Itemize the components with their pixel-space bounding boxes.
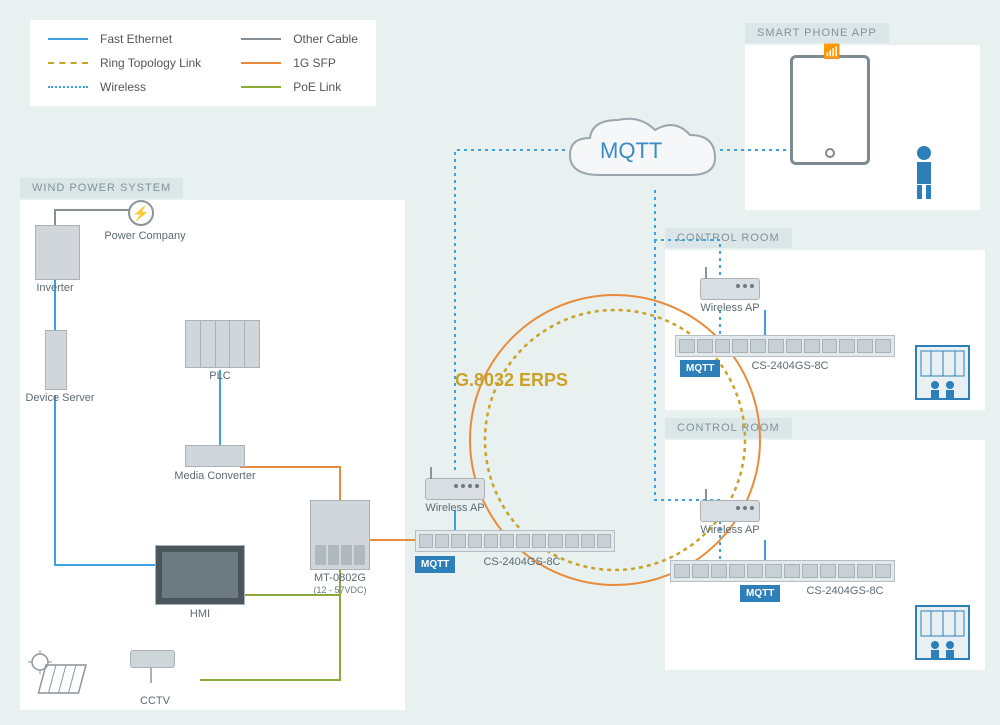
switch-cr1-icon <box>675 335 895 357</box>
legend-line-icon <box>241 86 281 88</box>
solar-panel-icon <box>25 650 95 710</box>
legend-col-1: Fast Ethernet Ring Topology Link Wireles… <box>48 32 201 94</box>
erps-label: G.8032 ERPS <box>455 370 568 391</box>
legend-poe-link: PoE Link <box>241 80 358 94</box>
plc-label: PLC <box>200 370 240 382</box>
switch-cr2-icon <box>670 560 895 582</box>
cctv-icon <box>130 650 190 680</box>
operator-station-icon <box>915 345 970 400</box>
wireless-ap-label: Wireless AP <box>695 524 765 536</box>
legend-line-icon <box>241 38 281 40</box>
mt0802g-sublabel: (12 - 57VDC) <box>305 585 375 595</box>
mqtt-badge: MQTT <box>680 360 720 377</box>
legend-label: PoE Link <box>293 80 341 94</box>
panel-title: CONTROL ROOM <box>665 418 792 438</box>
panel-title: WIND POWER SYSTEM <box>20 178 183 198</box>
cloud-label: MQTT <box>600 138 662 164</box>
legend-fast-ethernet: Fast Ethernet <box>48 32 201 46</box>
inverter-icon <box>35 225 80 280</box>
panel-title: CONTROL ROOM <box>665 228 792 248</box>
switch-model-label: CS-2404GS-8C <box>795 585 895 597</box>
switch-model-label: CS-2404GS-8C <box>740 360 840 372</box>
wireless-ap-icon <box>700 278 760 300</box>
wireless-ap-icon <box>425 478 485 500</box>
panel-title: SMART PHONE APP <box>745 23 889 43</box>
legend-line-icon <box>48 38 88 40</box>
media-converter-icon <box>185 445 245 467</box>
mt0802g-icon <box>310 500 370 570</box>
operator-station-icon <box>915 605 970 660</box>
tablet-icon: 📶 <box>790 55 870 165</box>
wireless-ap-label: Wireless AP <box>420 502 490 514</box>
device-server-label: Device Server <box>20 392 100 404</box>
switch-left-icon <box>415 530 615 552</box>
legend-other-cable: Other Cable <box>241 32 358 46</box>
legend-label: 1G SFP <box>293 56 336 70</box>
legend-1g-sfp: 1G SFP <box>241 56 358 70</box>
cctv-label: CCTV <box>135 695 175 707</box>
mqtt-badge: MQTT <box>740 585 780 602</box>
legend-ring-topology: Ring Topology Link <box>48 56 201 70</box>
media-converter-label: Media Converter <box>165 470 265 482</box>
legend-label: Fast Ethernet <box>100 32 172 46</box>
wireless-ap-label: Wireless AP <box>695 302 765 314</box>
legend-line-icon <box>241 62 281 64</box>
legend-line-icon <box>48 86 88 88</box>
wireless-ap-icon <box>700 500 760 522</box>
legend-label: Ring Topology Link <box>100 56 201 70</box>
device-server-icon <box>45 330 67 390</box>
mqtt-badge: MQTT <box>415 556 455 573</box>
power-company-icon: ⚡ <box>128 200 154 226</box>
legend-wireless: Wireless <box>48 80 201 94</box>
switch-model-label: CS-2404GS-8C <box>472 556 572 568</box>
legend-line-icon <box>48 62 88 64</box>
inverter-label: Inverter <box>25 282 85 294</box>
hmi-icon <box>155 545 245 605</box>
legend-box: Fast Ethernet Ring Topology Link Wireles… <box>30 20 376 106</box>
legend-col-2: Other Cable 1G SFP PoE Link <box>241 32 358 94</box>
mt0802g-label: MT-0802G <box>305 572 375 584</box>
legend-label: Other Cable <box>293 32 358 46</box>
power-company-label: Power Company <box>100 230 190 242</box>
person-icon <box>910 145 938 208</box>
hmi-label: HMI <box>185 608 215 620</box>
plc-icon <box>185 320 260 368</box>
legend-label: Wireless <box>100 80 146 94</box>
